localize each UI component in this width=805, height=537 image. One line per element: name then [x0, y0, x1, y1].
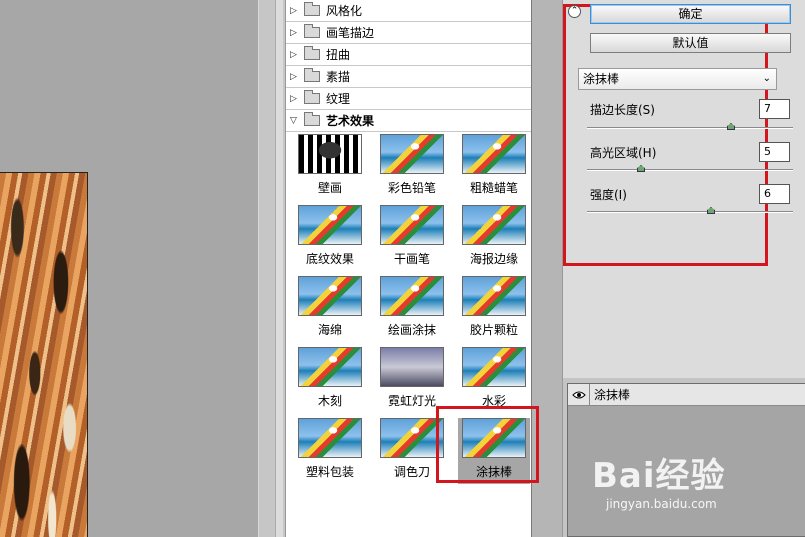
- thumbnail-label: 绘画涂抹: [387, 323, 436, 337]
- filter-thumbnail[interactable]: 胶片颗粒: [458, 276, 530, 342]
- category-row-open[interactable]: ▽ 艺术效果: [286, 110, 531, 132]
- chevron-down-icon: ⌄: [762, 73, 771, 84]
- filter-thumbnail[interactable]: 壁画: [294, 134, 366, 200]
- thumbnail-image[interactable]: [298, 205, 362, 245]
- filter-select[interactable]: 涂抹棒 ⌄: [578, 68, 777, 90]
- category-row[interactable]: ▷ 纹理: [286, 88, 531, 110]
- filter-select-value: 涂抹棒: [583, 72, 620, 86]
- watermark: Bai经验 jingyan.baidu.com: [592, 448, 792, 528]
- filter-thumbnail[interactable]: 底纹效果: [294, 205, 366, 271]
- category-row[interactable]: ▷ 风格化: [286, 0, 531, 22]
- settings-panel: ⌃ 确定 默认值 涂抹棒 ⌄ 描边长度(S) 7 高光区域(H) 5 强度(I)…: [562, 0, 805, 378]
- thumbnail-label: 木刻: [317, 394, 342, 408]
- folder-icon: [304, 24, 320, 38]
- filter-thumbnail[interactable]: 木刻: [294, 347, 366, 413]
- filter-thumbnail[interactable]: 霓虹灯光: [376, 347, 448, 413]
- eye-icon[interactable]: [568, 384, 590, 405]
- category-label: 纹理: [326, 92, 351, 106]
- filter-thumbnail[interactable]: 干画笔: [376, 205, 448, 271]
- thumbnail-image[interactable]: [462, 205, 526, 245]
- thumbnail-image[interactable]: [298, 134, 362, 174]
- stroke-length-input[interactable]: 7: [759, 99, 790, 119]
- expand-triangle-icon[interactable]: ▷: [290, 50, 300, 60]
- stroke-length-slider[interactable]: [587, 123, 793, 130]
- ok-button[interactable]: 确定: [590, 4, 791, 24]
- watermark-url: jingyan.baidu.com: [606, 497, 717, 511]
- filter-thumbnail[interactable]: 海报边缘: [458, 205, 530, 271]
- filter-gallery: ▷ 风格化 ▷ 画笔描边 ▷ 扭曲 ▷ 素描 ▷ 纹理 ▽ 艺术效果 壁画 彩色铅笔 粗糙蜡笔底…: [286, 0, 539, 537]
- thumbnail-image[interactable]: [380, 205, 444, 245]
- expand-triangle-icon[interactable]: ▷: [290, 72, 300, 82]
- thumbnail-image[interactable]: [380, 347, 444, 387]
- thumbnail-label: 彩色铅笔: [387, 181, 436, 195]
- thumbnail-image[interactable]: [462, 134, 526, 174]
- folder-icon: [304, 2, 320, 16]
- thumbnail-label: 粗糙蜡笔: [469, 181, 518, 195]
- filter-thumbnail[interactable]: 彩色铅笔: [376, 134, 448, 200]
- filter-thumbnail[interactable]: 海绵: [294, 276, 366, 342]
- scrollbar[interactable]: [275, 0, 283, 537]
- panel-splitter[interactable]: [258, 0, 286, 537]
- category-label: 素描: [326, 70, 351, 84]
- expand-triangle-icon[interactable]: ▷: [290, 94, 300, 104]
- collapse-chevron-icon[interactable]: ⌃: [568, 5, 581, 18]
- category-row[interactable]: ▷ 画笔描边: [286, 22, 531, 44]
- stroke-length-label: 描边长度(S): [590, 103, 655, 117]
- category-row[interactable]: ▷ 素描: [286, 66, 531, 88]
- thumbnail-image[interactable]: [298, 347, 362, 387]
- preview-image[interactable]: [0, 172, 88, 537]
- expand-triangle-icon[interactable]: ▷: [290, 28, 300, 38]
- preview-canvas[interactable]: [0, 0, 258, 537]
- thumbnail-image[interactable]: [462, 276, 526, 316]
- category-list: ▷ 风格化 ▷ 画笔描边 ▷ 扭曲 ▷ 素描 ▷ 纹理 ▽ 艺术效果: [286, 0, 531, 132]
- category-label: 画笔描边: [326, 26, 375, 40]
- selection-highlight-box: [436, 406, 539, 483]
- category-label: 扭曲: [326, 48, 351, 62]
- intensity-slider[interactable]: [587, 207, 793, 214]
- intensity-input[interactable]: 6: [759, 184, 790, 204]
- intensity-label: 强度(I): [590, 188, 627, 202]
- highlight-area-label: 高光区域(H): [590, 146, 657, 160]
- folder-icon: [304, 68, 320, 82]
- thumbnail-image[interactable]: [298, 418, 362, 458]
- folder-icon: [304, 46, 320, 60]
- thumbnail-label: 塑料包装: [305, 465, 354, 479]
- thumbnail-label: 海报边缘: [469, 252, 518, 266]
- thumbnail-label: 壁画: [317, 181, 342, 195]
- category-label: 艺术效果: [326, 114, 375, 128]
- thumbnail-image[interactable]: [380, 276, 444, 316]
- watermark-logo: Bai经验: [592, 456, 726, 496]
- thumbnail-label: 底纹效果: [305, 252, 354, 266]
- category-row[interactable]: ▷ 扭曲: [286, 44, 531, 66]
- highlight-area-input[interactable]: 5: [759, 142, 790, 162]
- highlight-area-slider[interactable]: [587, 165, 793, 172]
- thumbnail-image[interactable]: [380, 418, 444, 458]
- open-folder-icon: [304, 112, 320, 126]
- filter-thumbnail[interactable]: 绘画涂抹: [376, 276, 448, 342]
- folder-icon: [304, 90, 320, 104]
- default-button[interactable]: 默认值: [590, 33, 791, 53]
- expand-triangle-icon[interactable]: ▷: [290, 6, 300, 16]
- thumbnail-label: 干画笔: [393, 252, 430, 266]
- thumbnail-image[interactable]: [380, 134, 444, 174]
- effect-layer-name: 涂抹棒: [594, 388, 631, 402]
- thumbnail-image[interactable]: [298, 276, 362, 316]
- thumbnail-label: 海绵: [317, 323, 342, 337]
- filter-thumbnail[interactable]: 水彩: [458, 347, 530, 413]
- filter-thumbnail[interactable]: 塑料包装: [294, 418, 366, 484]
- thumbnail-label: 胶片颗粒: [469, 323, 518, 337]
- filter-thumbnail[interactable]: 粗糙蜡笔: [458, 134, 530, 200]
- collapse-triangle-icon[interactable]: ▽: [290, 116, 300, 126]
- effect-layer-row[interactable]: 涂抹棒: [568, 384, 805, 406]
- category-label: 风格化: [326, 4, 363, 18]
- thumbnail-image[interactable]: [462, 347, 526, 387]
